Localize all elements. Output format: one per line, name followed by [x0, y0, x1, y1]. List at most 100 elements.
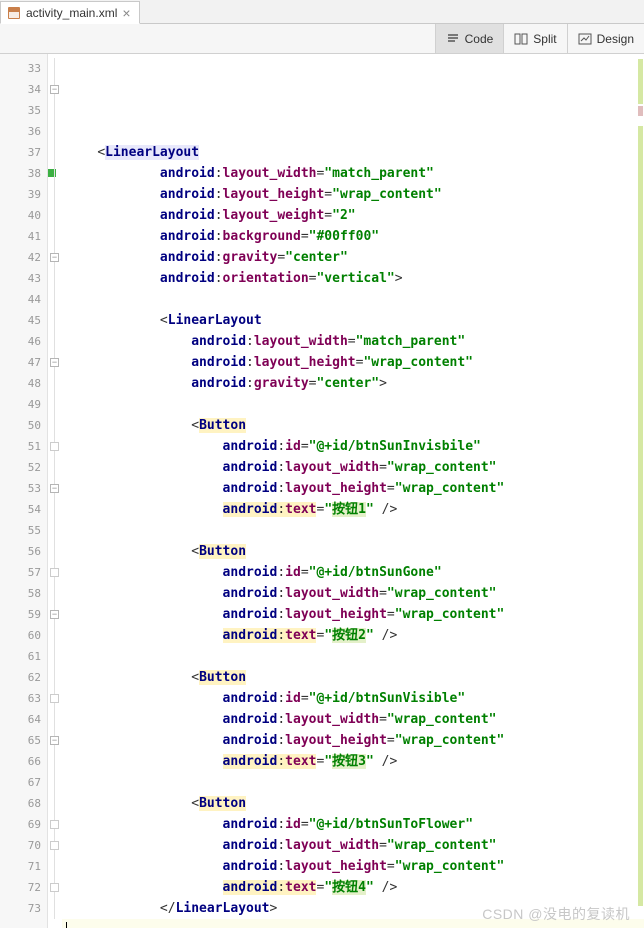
code-line[interactable]: android:layout_height="wrap_content": [62, 478, 644, 499]
code-line[interactable]: </LinearLayout>: [62, 898, 644, 919]
fold-cell: [48, 898, 62, 919]
line-number: 41: [0, 226, 47, 247]
code-line[interactable]: android:layout_height="wrap_content": [62, 856, 644, 877]
code-line[interactable]: [62, 121, 644, 142]
line-number: 64: [0, 709, 47, 730]
code-line[interactable]: [62, 772, 644, 793]
file-tab[interactable]: activity_main.xml ×: [0, 1, 140, 24]
fold-cell: [48, 877, 62, 898]
code-line[interactable]: android:id="@+id/btnSunVisible": [62, 688, 644, 709]
change-marker: [638, 106, 643, 116]
line-number: 63: [0, 688, 47, 709]
code-line[interactable]: android:id="@+id/btnSunToFlower": [62, 814, 644, 835]
code-line[interactable]: <Button: [62, 541, 644, 562]
fold-toggle-icon[interactable]: −: [50, 85, 59, 94]
code-line[interactable]: <Button: [62, 667, 644, 688]
code-line[interactable]: [62, 919, 644, 928]
line-number: 62: [0, 667, 47, 688]
fold-cell: [48, 646, 62, 667]
code-line[interactable]: [62, 394, 644, 415]
fold-toggle-icon[interactable]: −: [50, 736, 59, 745]
line-number: 53: [0, 478, 47, 499]
line-number: 60: [0, 625, 47, 646]
fold-cell: [48, 583, 62, 604]
code-line[interactable]: android:background="#00ff00": [62, 226, 644, 247]
fold-cell: [48, 268, 62, 289]
code-view-button[interactable]: Code: [435, 24, 504, 53]
line-number: 71: [0, 856, 47, 877]
code-line[interactable]: android:layout_width="wrap_content": [62, 457, 644, 478]
fold-toggle-icon[interactable]: −: [50, 484, 59, 493]
code-line[interactable]: android:layout_weight="2": [62, 205, 644, 226]
fold-cell: [48, 184, 62, 205]
fold-cell: −: [48, 247, 62, 268]
design-view-button[interactable]: Design: [567, 24, 644, 53]
fold-cell: [48, 226, 62, 247]
line-number: 65: [0, 730, 47, 751]
code-line[interactable]: [62, 646, 644, 667]
code-line[interactable]: <Button: [62, 793, 644, 814]
fold-cell: [48, 100, 62, 121]
code-line[interactable]: android:gravity="center": [62, 247, 644, 268]
file-tab-label: activity_main.xml: [26, 6, 117, 20]
code-line[interactable]: android:text="按钮2" />: [62, 625, 644, 646]
fold-toggle-icon[interactable]: −: [50, 253, 59, 262]
code-line[interactable]: android:layout_height="wrap_content": [62, 730, 644, 751]
line-number: 36: [0, 121, 47, 142]
fold-toggle-icon[interactable]: −: [50, 610, 59, 619]
code-line[interactable]: [62, 520, 644, 541]
code-line[interactable]: <LinearLayout: [62, 310, 644, 331]
line-number: 44: [0, 289, 47, 310]
code-line[interactable]: android:gravity="center">: [62, 373, 644, 394]
fold-cell: [48, 835, 62, 856]
line-number: 59: [0, 604, 47, 625]
code-line[interactable]: android:layout_height="wrap_content": [62, 604, 644, 625]
line-number: 50: [0, 415, 47, 436]
code-line[interactable]: android:layout_width="match_parent": [62, 331, 644, 352]
fold-cell: [48, 205, 62, 226]
code-line[interactable]: android:layout_height="wrap_content": [62, 352, 644, 373]
close-icon[interactable]: ×: [122, 6, 130, 20]
fold-cell: [48, 688, 62, 709]
xml-file-icon: [7, 6, 21, 20]
fold-cell: [48, 541, 62, 562]
fold-end-icon: [50, 841, 59, 850]
code-line[interactable]: android:layout_width="wrap_content": [62, 709, 644, 730]
code-line[interactable]: android:text="按钮1" />: [62, 499, 644, 520]
line-number: 48: [0, 373, 47, 394]
fold-toggle-icon[interactable]: −: [50, 358, 59, 367]
line-number: 72: [0, 877, 47, 898]
fold-cell: [48, 667, 62, 688]
fold-cell: −: [48, 352, 62, 373]
fold-end-icon: [50, 568, 59, 577]
code-line[interactable]: <Button: [62, 415, 644, 436]
fold-cell: [48, 520, 62, 541]
fold-cell: [48, 142, 62, 163]
code-line[interactable]: android:layout_width="wrap_content": [62, 835, 644, 856]
design-icon: [578, 32, 592, 46]
code-column[interactable]: <LinearLayout android:layout_width="matc…: [62, 54, 644, 928]
code-line[interactable]: android:id="@+id/btnSunGone": [62, 562, 644, 583]
code-line[interactable]: android:layout_height="wrap_content": [62, 184, 644, 205]
code-line[interactable]: android:orientation="vertical">: [62, 268, 644, 289]
gutter: 3334353637383940414243444546474849505152…: [0, 54, 48, 928]
fold-end-icon: [50, 883, 59, 892]
line-number: 69: [0, 814, 47, 835]
code-line[interactable]: android:layout_width="match_parent": [62, 163, 644, 184]
code-line[interactable]: <LinearLayout: [62, 142, 644, 163]
code-line[interactable]: android:text="按钮4" />: [62, 877, 644, 898]
line-number: 33: [0, 58, 47, 79]
fold-cell: [48, 709, 62, 730]
code-line[interactable]: android:text="按钮3" />: [62, 751, 644, 772]
fold-column: − − − − − −: [48, 54, 62, 928]
editor-area: 3334353637383940414243444546474849505152…: [0, 54, 644, 928]
code-line[interactable]: android:id="@+id/btnSunInvisbile": [62, 436, 644, 457]
line-number: 58: [0, 583, 47, 604]
line-number: 37: [0, 142, 47, 163]
fold-cell: [48, 373, 62, 394]
line-number: 46: [0, 331, 47, 352]
fold-cell: −: [48, 604, 62, 625]
code-line[interactable]: [62, 289, 644, 310]
code-line[interactable]: android:layout_width="wrap_content": [62, 583, 644, 604]
split-view-button[interactable]: Split: [503, 24, 566, 53]
